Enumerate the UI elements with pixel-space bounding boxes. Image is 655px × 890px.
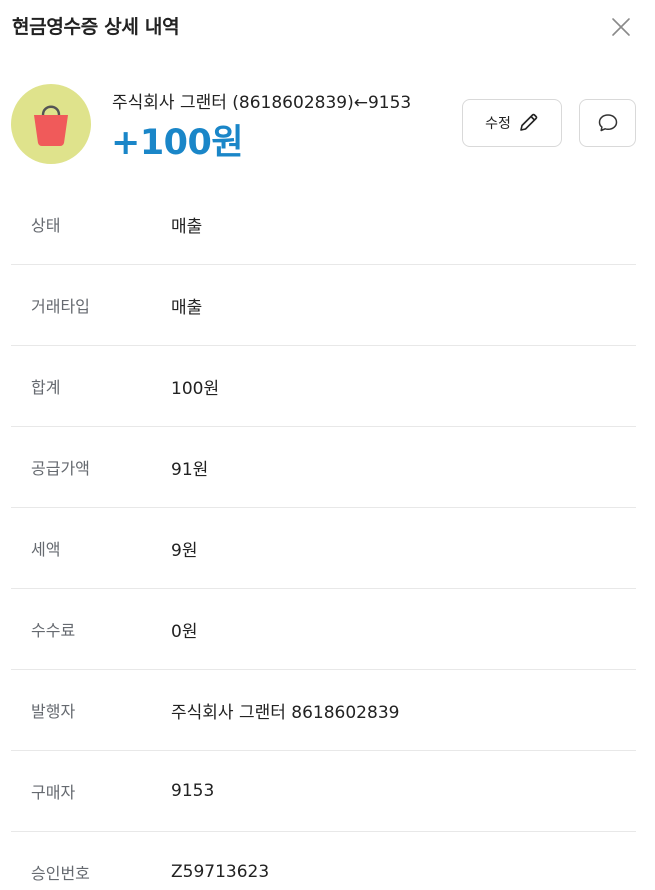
detail-value: 0원	[171, 621, 198, 642]
detail-row: 상태 매출	[11, 184, 636, 265]
transaction-amount: +100원	[111, 123, 244, 163]
detail-value: 91원	[171, 459, 209, 480]
detail-label: 발행자	[31, 702, 76, 721]
detail-list: 상태 매출 거래타입 매출 합계 100원 공급가액 91원 세액 9원 수수료 0원 발행자 주식회사 …	[11, 184, 636, 890]
detail-label: 세액	[31, 540, 61, 559]
edit-button[interactable]: 수정	[462, 99, 562, 147]
detail-value: Z59713623	[171, 862, 270, 882]
detail-value: 9원	[171, 540, 198, 561]
detail-label: 거래타입	[31, 297, 90, 316]
detail-label: 합계	[31, 378, 61, 397]
detail-value: 매출	[171, 216, 203, 237]
detail-label: 공급가액	[31, 459, 90, 478]
transaction-summary: 주식회사 그랜터 (8618602839)←9153 +100원 수정	[11, 84, 636, 164]
speech-bubble-icon	[598, 114, 617, 132]
merchant-info: 주식회사 그랜터 (8618602839)←9153	[112, 93, 412, 113]
receipt-detail-panel: 현금영수증 상세 내역 주식회사 그랜터 (8618602839)←9153 +…	[0, 0, 655, 890]
detail-row: 거래타입 매출	[11, 265, 636, 346]
detail-value: 100원	[171, 378, 220, 399]
detail-value: 주식회사 그랜터 8618602839	[171, 702, 400, 723]
detail-value: 9153	[171, 781, 215, 801]
close-button[interactable]	[607, 13, 635, 41]
detail-label: 승인번호	[31, 864, 90, 883]
page-title: 현금영수증 상세 내역	[12, 16, 180, 38]
detail-label: 수수료	[31, 621, 76, 640]
detail-label: 구매자	[31, 783, 76, 802]
detail-label: 상태	[31, 216, 61, 235]
detail-row: 세액 9원	[11, 508, 636, 589]
detail-value: 매출	[171, 297, 203, 318]
avatar	[11, 84, 91, 164]
detail-row: 승인번호 Z59713623	[11, 832, 636, 890]
close-icon	[612, 18, 630, 36]
detail-row: 공급가액 91원	[11, 427, 636, 508]
detail-row: 발행자 주식회사 그랜터 8618602839	[11, 670, 636, 751]
pencil-icon	[520, 113, 538, 131]
detail-row: 수수료 0원	[11, 589, 636, 670]
detail-row: 합계 100원	[11, 346, 636, 427]
shopping-bag-icon	[34, 105, 68, 146]
edit-button-label: 수정	[485, 116, 511, 132]
comment-button[interactable]	[579, 99, 636, 147]
detail-row: 구매자 9153	[11, 751, 636, 832]
